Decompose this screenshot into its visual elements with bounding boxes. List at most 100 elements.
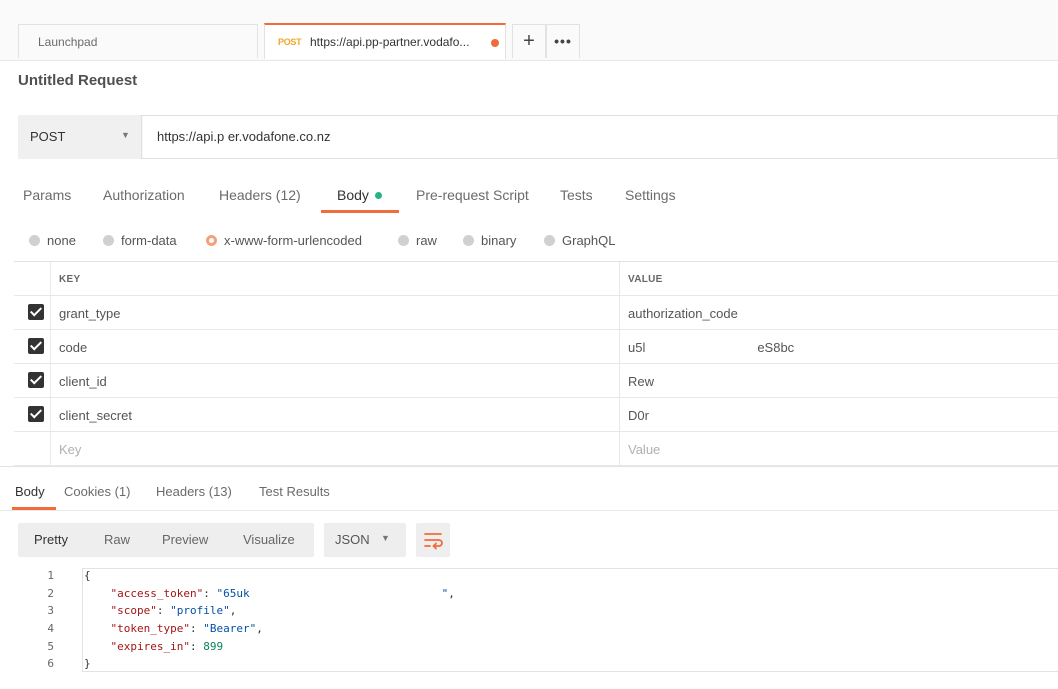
- tab-active-request[interactable]: POST https://api.pp-partner.vodafo...: [264, 23, 506, 59]
- wrap-lines-icon: [424, 533, 443, 550]
- active-tab-underline: [321, 210, 399, 213]
- column-divider: [619, 398, 620, 431]
- code-line: "access_token": "65uk ",: [110, 587, 455, 600]
- checkbox-cell: [14, 364, 51, 397]
- method-label: POST: [30, 129, 66, 144]
- table-row: client_secret D0r: [14, 398, 1058, 432]
- row-key[interactable]: client_secret: [59, 408, 132, 423]
- radio-label: x-www-form-urlencoded: [224, 233, 362, 248]
- tab-headers[interactable]: Headers (12): [219, 187, 301, 203]
- language-select[interactable]: JSON ▼: [324, 523, 406, 557]
- radio-graphql[interactable]: GraphQL: [544, 233, 615, 248]
- tab-body-label: Body: [337, 187, 369, 203]
- column-header-value: VALUE: [628, 274, 663, 285]
- new-value-input[interactable]: Value: [628, 442, 660, 457]
- format-pretty[interactable]: Pretty: [34, 532, 68, 547]
- response-tab-cookies[interactable]: Cookies (1): [64, 484, 130, 499]
- json-key: "access_token": [110, 587, 204, 600]
- radio-label: binary: [481, 233, 517, 248]
- format-visualize[interactable]: Visualize: [243, 532, 295, 547]
- tab-active-label: https://api.pp-partner.vodafo...: [310, 35, 470, 49]
- response-divider: [0, 466, 1058, 467]
- tab-body[interactable]: Body: [337, 187, 382, 203]
- line-number: 4: [47, 622, 54, 635]
- radio-urlencoded[interactable]: x-www-form-urlencoded: [206, 233, 362, 248]
- url-input[interactable]: https://api.p er.vodafone.co.nz: [143, 116, 1057, 158]
- column-header-key: KEY: [59, 274, 81, 285]
- response-tab-headers[interactable]: Headers (13): [156, 484, 232, 499]
- table-header-row: KEY VALUE: [14, 262, 1058, 296]
- checkbox[interactable]: [28, 372, 44, 388]
- column-divider: [619, 432, 620, 465]
- checkbox[interactable]: [28, 304, 44, 320]
- tab-launchpad[interactable]: Launchpad: [18, 24, 258, 58]
- column-divider: [619, 364, 620, 397]
- json-string: "profile": [170, 604, 230, 617]
- tab-pre-request-script[interactable]: Pre-request Script: [416, 187, 529, 203]
- new-tab-button[interactable]: +: [512, 24, 546, 58]
- row-value[interactable]: u5l eS8bc: [628, 340, 794, 355]
- checkbox-cell: [14, 296, 51, 329]
- row-key[interactable]: client_id: [59, 374, 107, 389]
- checkbox[interactable]: [28, 406, 44, 422]
- radio-none[interactable]: none: [29, 233, 76, 248]
- row-value[interactable]: authorization_code: [628, 306, 738, 321]
- response-tab-test-results[interactable]: Test Results: [259, 484, 330, 499]
- radio-form-data[interactable]: form-data: [103, 233, 177, 248]
- tab-method-badge: POST: [278, 37, 302, 47]
- checkbox-cell: [14, 330, 51, 363]
- radio-binary[interactable]: binary: [463, 233, 516, 248]
- tab-authorization[interactable]: Authorization: [103, 187, 185, 203]
- chevron-down-icon: ▼: [381, 533, 390, 543]
- row-value[interactable]: Rew: [628, 374, 654, 389]
- request-title[interactable]: Untitled Request: [18, 72, 137, 89]
- language-label: JSON: [335, 532, 370, 547]
- line-number: 1: [47, 569, 54, 582]
- format-raw[interactable]: Raw: [104, 532, 130, 547]
- line-number: 6: [47, 657, 54, 670]
- radio-label: form-data: [121, 233, 177, 248]
- radio-circle-icon: [103, 235, 114, 246]
- column-divider: [619, 262, 620, 295]
- radio-label: GraphQL: [562, 233, 616, 248]
- chevron-down-icon: ▼: [121, 130, 130, 140]
- row-key[interactable]: code: [59, 340, 87, 355]
- radio-circle-icon: [398, 235, 409, 246]
- radio-circle-icon: [463, 235, 474, 246]
- tab-params[interactable]: Params: [23, 187, 71, 203]
- code-line: "scope": "profile",: [110, 604, 237, 617]
- code-line: "expires_in": 899: [110, 640, 224, 653]
- response-code-box[interactable]: [82, 568, 1058, 672]
- radio-label: raw: [416, 233, 437, 248]
- wrap-lines-button[interactable]: [416, 523, 450, 557]
- response-tab-body[interactable]: Body: [15, 484, 45, 499]
- checkbox[interactable]: [28, 338, 44, 354]
- new-key-input[interactable]: Key: [59, 442, 81, 457]
- code-line: }: [84, 657, 91, 670]
- json-string: "65uk ": [216, 587, 449, 600]
- more-tabs-button[interactable]: •••: [546, 24, 580, 58]
- tab-tests[interactable]: Tests: [560, 187, 593, 203]
- json-key: "scope": [110, 604, 157, 617]
- column-divider: [619, 330, 620, 363]
- json-number: 899: [203, 640, 224, 653]
- table-row: code u5l eS8bc: [14, 330, 1058, 364]
- radio-circle-icon: [29, 235, 40, 246]
- code-line: "token_type": "Bearer",: [110, 622, 263, 635]
- row-value[interactable]: D0r: [628, 408, 649, 423]
- checkbox-column-header: [14, 262, 51, 295]
- checkbox-cell: [14, 432, 51, 465]
- format-preview[interactable]: Preview: [162, 532, 208, 547]
- table-row: client_id Rew: [14, 364, 1058, 398]
- column-divider: [619, 296, 620, 329]
- json-key: "token_type": [110, 622, 190, 635]
- row-key[interactable]: grant_type: [59, 306, 120, 321]
- line-number: 3: [47, 604, 54, 617]
- tab-settings[interactable]: Settings: [625, 187, 676, 203]
- table-row-new: Key Value: [14, 432, 1058, 466]
- json-brace: }: [84, 657, 91, 670]
- line-number: 5: [47, 640, 54, 653]
- radio-raw[interactable]: raw: [398, 233, 437, 248]
- radio-circle-icon: [544, 235, 555, 246]
- method-select[interactable]: POST ▼: [18, 115, 142, 159]
